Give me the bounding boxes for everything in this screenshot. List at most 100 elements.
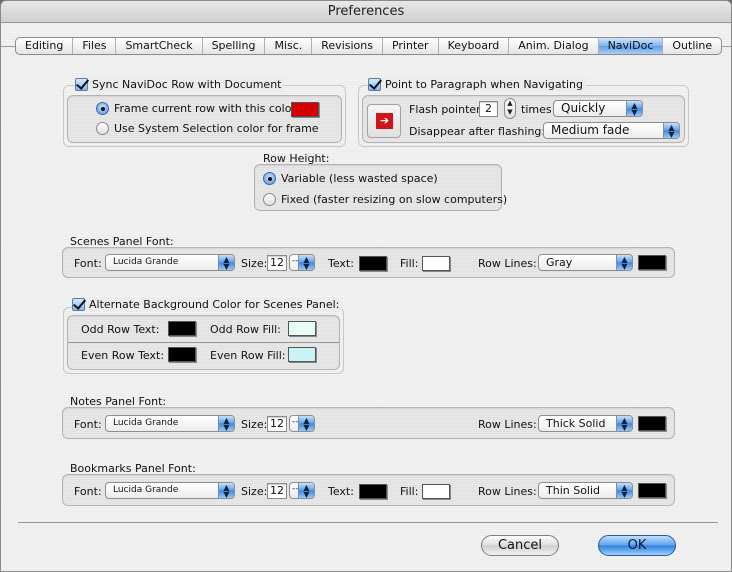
even-fill-label: Even Row Fill:	[210, 349, 286, 362]
flash-speed-value: Quickly	[561, 101, 606, 115]
scenes-fill-color-swatch[interactable]	[422, 256, 450, 271]
radio-frame-color[interactable]: Frame current row with this color:	[96, 102, 299, 115]
scenes-row-lines-label: Row Lines:	[478, 257, 537, 270]
bookmarks-size-field[interactable]: 12	[267, 483, 287, 499]
radio-fixed[interactable]: Fixed (faster resizing on slow computers…	[263, 193, 507, 206]
odd-fill-color-swatch[interactable]	[288, 321, 316, 336]
popup-arrows-icon: ▲ ▼	[616, 483, 632, 498]
scenes-size-label: Size:	[241, 257, 268, 270]
popup-arrows-icon: ▲ ▼	[616, 416, 632, 431]
radio-fixed-label: Fixed (faster resizing on slow computers…	[281, 193, 508, 206]
popup-arrows-icon: ▲ ▼	[298, 255, 314, 270]
popup-arrows-icon: ▲ ▼	[298, 483, 314, 498]
scenes-row-lines-popup[interactable]: Gray ▲ ▼	[538, 254, 633, 271]
disappear-popup[interactable]: Medium fade ▲ ▼	[543, 122, 680, 139]
radio-system-color-label: Use System Selection color for frame	[114, 122, 319, 135]
notes-row-lines-value: Thick Solid	[546, 417, 606, 430]
scenes-font-popup[interactable]: Lucida Grande ▲ ▼	[105, 254, 235, 271]
alt-bg-divider	[68, 342, 339, 343]
flash-count-stepper[interactable]: ▲ ▼	[504, 98, 516, 119]
notes-row-lines-color-swatch[interactable]	[638, 416, 666, 431]
bookmarks-font-label: Font:	[74, 485, 102, 498]
checkbox-checked-icon	[75, 78, 88, 91]
bookmarks-row-lines-popup[interactable]: Thin Solid ▲ ▼	[538, 482, 633, 499]
even-text-color-swatch[interactable]	[168, 347, 196, 362]
notes-row-lines-label: Row Lines:	[478, 418, 537, 431]
radio-system-color[interactable]: Use System Selection color for frame	[96, 122, 319, 135]
cancel-button[interactable]: Cancel	[481, 535, 559, 556]
bookmarks-font-popup[interactable]: Lucida Grande ▲ ▼	[105, 482, 235, 499]
point-checkbox-label: Point to Paragraph when Navigating	[385, 78, 583, 91]
sync-checkbox-label: Sync NaviDoc Row with Document	[92, 78, 282, 91]
point-checkbox[interactable]: Point to Paragraph when Navigating	[368, 78, 586, 91]
tab-editing[interactable]: Editing	[16, 38, 74, 54]
scenes-fill-label: Fill:	[400, 257, 419, 270]
notes-row-lines-popup[interactable]: Thick Solid ▲ ▼	[538, 415, 633, 432]
checkbox-checked-icon	[72, 298, 85, 311]
popup-arrows-icon: ▲ ▼	[218, 255, 234, 270]
tab-printer[interactable]: Printer	[383, 38, 439, 54]
even-text-label: Even Row Text:	[81, 349, 165, 362]
flash-count-field[interactable]: 2	[479, 101, 498, 117]
times-label: times	[521, 103, 552, 116]
bookmarks-row-lines-value: Thin Solid	[546, 484, 601, 497]
bookmarks-size-popup[interactable]: -- ▲ ▼	[289, 482, 315, 499]
tab-keyboard[interactable]: Keyboard	[439, 38, 510, 54]
radio-selected-icon	[96, 102, 109, 115]
tab-anim-dialog[interactable]: Anim. Dialog	[509, 38, 599, 54]
bookmarks-font-value: Lucida Grande	[113, 485, 179, 495]
popup-arrows-icon: ▲ ▼	[218, 416, 234, 431]
tab-misc[interactable]: Misc.	[265, 38, 313, 54]
odd-text-color-swatch[interactable]	[168, 321, 196, 336]
notes-size-label: Size:	[241, 418, 268, 431]
ok-button[interactable]: OK	[598, 535, 676, 556]
radio-unselected-icon	[96, 122, 109, 135]
popup-arrows-icon: ▲ ▼	[218, 483, 234, 498]
scenes-size-field[interactable]: 12	[267, 255, 287, 271]
notes-size-field[interactable]: 12	[267, 416, 287, 432]
window-title: Preferences	[1, 1, 731, 23]
tab-revisions[interactable]: Revisions	[312, 38, 383, 54]
bookmarks-size-label: Size:	[241, 485, 268, 498]
bookmarks-row-lines-color-swatch[interactable]	[638, 483, 666, 498]
bookmarks-fill-color-swatch[interactable]	[422, 484, 450, 499]
flash-pointer-label: Flash pointer	[409, 103, 481, 116]
bookmarks-fill-label: Fill:	[400, 485, 419, 498]
tab-smartcheck[interactable]: SmartCheck	[116, 38, 203, 54]
notes-font-popup[interactable]: Lucida Grande ▲ ▼	[105, 415, 235, 432]
alt-bg-checkbox[interactable]: Alternate Background Color for Scenes Pa…	[72, 298, 343, 311]
sync-checkbox[interactable]: Sync NaviDoc Row with Document	[75, 78, 285, 91]
radio-selected-icon	[263, 172, 276, 185]
bookmarks-text-label: Text:	[328, 485, 354, 498]
tab-spelling[interactable]: Spelling	[203, 38, 266, 54]
odd-text-label: Odd Row Text:	[81, 323, 160, 336]
bookmarks-row-lines-label: Row Lines:	[478, 485, 537, 498]
checkbox-checked-icon	[368, 78, 381, 91]
notes-font-value: Lucida Grande	[113, 418, 179, 428]
odd-fill-label: Odd Row Fill:	[210, 323, 281, 336]
preferences-window: Preferences Editing Files SmartCheck Spe…	[0, 0, 732, 572]
popup-arrows-icon: ▲ ▼	[298, 416, 314, 431]
radio-variable-label: Variable (less wasted space)	[281, 172, 438, 185]
flash-speed-popup[interactable]: Quickly ▲ ▼	[553, 100, 643, 117]
disappear-value: Medium fade	[551, 123, 630, 137]
tab-outline[interactable]: Outline	[663, 38, 721, 54]
popup-arrows-icon: ▲ ▼	[616, 255, 632, 270]
radio-frame-color-label: Frame current row with this color:	[114, 102, 300, 115]
even-fill-color-swatch[interactable]	[288, 347, 316, 362]
frame-color-swatch[interactable]	[291, 102, 319, 117]
radio-variable[interactable]: Variable (less wasted space)	[263, 172, 438, 185]
tab-bar: Editing Files SmartCheck Spelling Misc. …	[15, 37, 723, 55]
popup-arrows-icon: ▲ ▼	[663, 123, 679, 138]
scenes-row-lines-color-swatch[interactable]	[638, 255, 666, 270]
notes-font-label: Font:	[74, 418, 102, 431]
tab-files[interactable]: Files	[73, 38, 117, 54]
pointer-preview[interactable]: ➔	[367, 104, 401, 138]
scenes-font-value: Lucida Grande	[113, 257, 179, 267]
arrow-right-icon: ➔	[376, 113, 393, 129]
tab-navidoc[interactable]: NaviDoc	[598, 38, 664, 54]
scenes-size-popup[interactable]: -- ▲ ▼	[289, 254, 315, 271]
bookmarks-text-color-swatch[interactable]	[359, 484, 387, 499]
notes-size-popup[interactable]: -- ▲ ▼	[289, 415, 315, 432]
scenes-text-color-swatch[interactable]	[359, 256, 387, 271]
